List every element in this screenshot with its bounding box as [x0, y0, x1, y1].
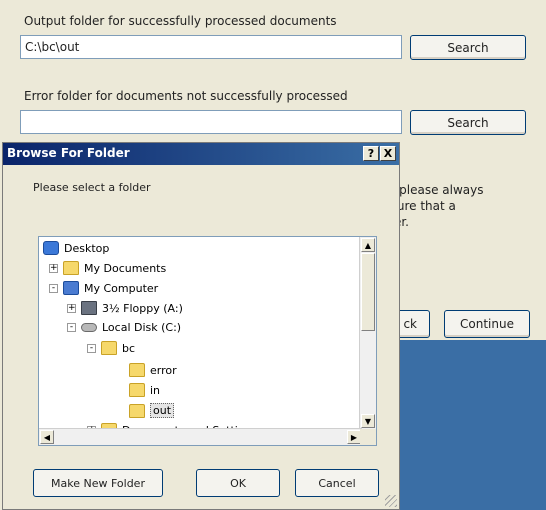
output-folder-label: Output folder for successfully processed…: [24, 14, 337, 28]
folder-icon: [129, 403, 145, 418]
expand-icon[interactable]: +: [49, 263, 58, 273]
floppy-icon: [81, 301, 97, 315]
tree-item-error[interactable]: error: [129, 363, 177, 377]
dialog-title: Browse For Folder: [7, 146, 130, 160]
tree-item-floppy[interactable]: + 3½ Floppy (A:): [67, 301, 183, 315]
folder-tree[interactable]: Desktop + My Documents - My Computer + 3…: [38, 236, 377, 446]
vertical-scrollbar[interactable]: ▲ ▼: [359, 237, 376, 429]
scroll-right-icon[interactable]: ▶: [347, 430, 361, 444]
collapse-icon[interactable]: -: [49, 283, 58, 293]
error-search-button[interactable]: Search: [410, 110, 526, 135]
folder-icon: [101, 341, 117, 355]
scroll-down-icon[interactable]: ▼: [361, 414, 375, 428]
scroll-up-icon[interactable]: ▲: [361, 238, 375, 252]
dialog-prompt: Please select a folder: [33, 181, 151, 194]
scroll-left-icon[interactable]: ◀: [40, 430, 54, 444]
error-folder-label: Error folder for documents not successfu…: [24, 89, 348, 103]
scroll-corner: [360, 429, 376, 445]
tree-item-my-computer[interactable]: - My Computer: [49, 281, 158, 295]
tree-item-local-disk[interactable]: - Local Disk (C:): [67, 321, 181, 334]
close-button[interactable]: X: [380, 146, 396, 161]
folder-icon: [63, 261, 79, 275]
tree-item-bc[interactable]: - bc: [87, 341, 135, 355]
collapse-icon[interactable]: -: [87, 343, 96, 353]
tree-item-in[interactable]: in: [129, 383, 160, 397]
output-search-button[interactable]: Search: [410, 35, 526, 60]
desktop-icon: [43, 241, 59, 255]
output-folder-field[interactable]: C:\bc\out: [20, 35, 402, 59]
horizontal-scrollbar[interactable]: ◀ ▶: [39, 428, 362, 445]
tree-item-my-documents[interactable]: + My Documents: [49, 261, 166, 275]
expand-icon[interactable]: +: [67, 303, 76, 313]
tree-item-out[interactable]: out: [129, 403, 175, 418]
collapse-icon[interactable]: -: [67, 323, 76, 332]
error-folder-field[interactable]: [20, 110, 402, 134]
folder-icon: [129, 383, 145, 397]
tree-item-desktop[interactable]: Desktop: [43, 241, 109, 255]
folder-icon: [129, 363, 145, 377]
disk-icon: [81, 323, 97, 332]
continue-button[interactable]: Continue: [444, 310, 530, 338]
make-new-folder-button[interactable]: Make New Folder: [33, 469, 163, 497]
blue-panel: [400, 340, 546, 510]
cancel-button[interactable]: Cancel: [295, 469, 379, 497]
scroll-thumb[interactable]: [361, 253, 375, 331]
ok-button[interactable]: OK: [196, 469, 280, 497]
help-button[interactable]: ?: [363, 146, 379, 161]
computer-icon: [63, 281, 79, 295]
resize-grip-icon[interactable]: [385, 495, 397, 507]
browse-for-folder-dialog: Browse For Folder ? X Please select a fo…: [2, 142, 400, 510]
dialog-titlebar[interactable]: Browse For Folder ? X: [3, 143, 399, 165]
